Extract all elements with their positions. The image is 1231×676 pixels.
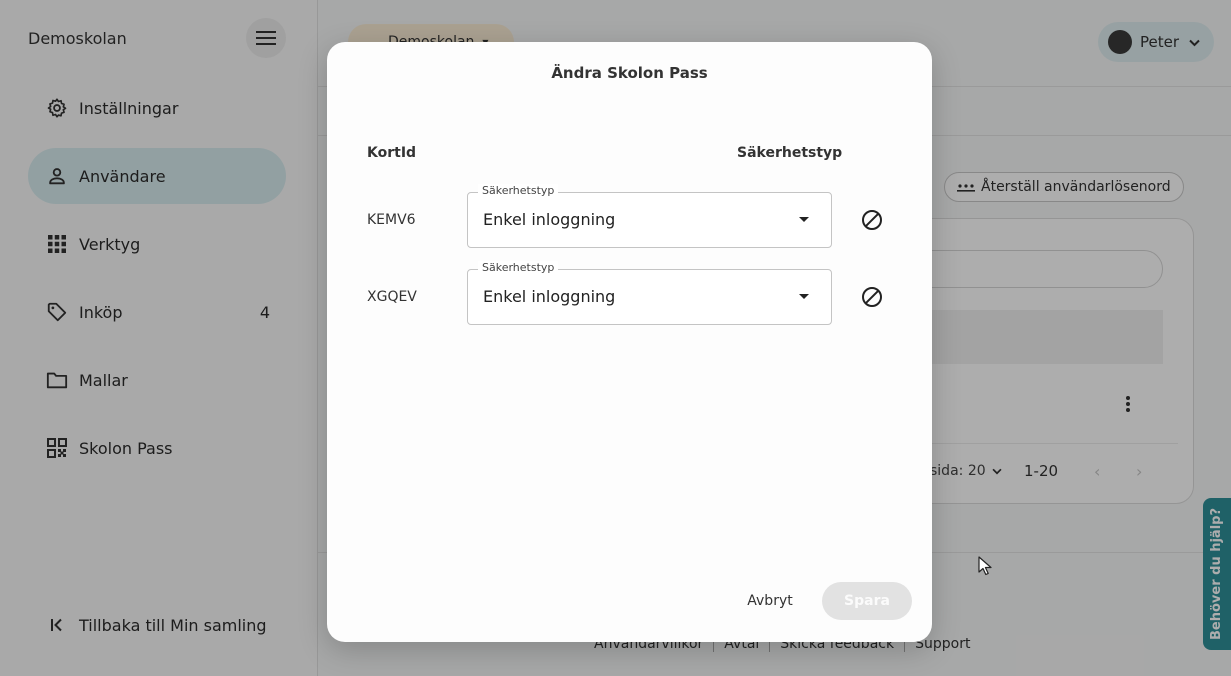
card-id: XGQEV — [367, 289, 417, 305]
caret-down-icon — [799, 217, 809, 222]
caret-down-icon — [799, 294, 809, 299]
save-button[interactable]: Spara — [822, 582, 912, 620]
block-icon[interactable] — [859, 284, 885, 310]
cancel-button[interactable]: Avbryt — [733, 582, 807, 620]
pass-row: KEMV6 Säkerhetstyp Enkel inloggning — [327, 184, 932, 248]
block-icon[interactable] — [859, 207, 885, 233]
column-header-card-id: KortId — [367, 145, 417, 161]
pass-row: XGQEV Säkerhetstyp Enkel inloggning — [327, 261, 932, 325]
edit-skolon-pass-dialog: Ändra Skolon Pass KortId Säkerhetstyp KE… — [327, 42, 932, 642]
security-type-select[interactable]: Säkerhetstyp Enkel inloggning — [467, 184, 832, 248]
column-header-security-type: Säkerhetstyp — [737, 145, 843, 161]
card-id: KEMV6 — [367, 212, 416, 228]
select-value: Enkel inloggning — [483, 287, 616, 306]
select-label: Säkerhetstyp — [478, 184, 559, 197]
dialog-title: Ändra Skolon Pass — [551, 64, 708, 82]
security-type-select[interactable]: Säkerhetstyp Enkel inloggning — [467, 261, 832, 325]
select-label: Säkerhetstyp — [478, 261, 559, 274]
select-value: Enkel inloggning — [483, 210, 616, 229]
mouse-cursor-icon — [978, 556, 992, 580]
